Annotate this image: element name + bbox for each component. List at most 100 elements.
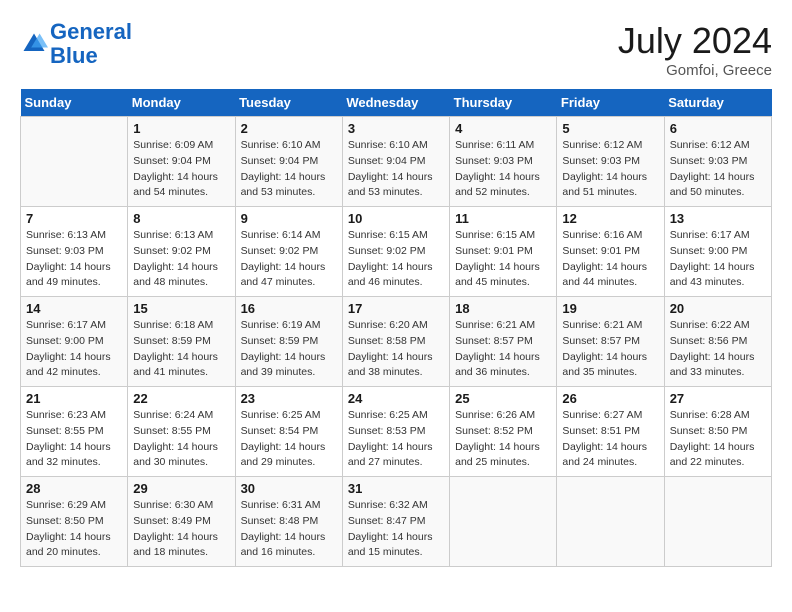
day-number: 6 <box>670 121 766 136</box>
day-number: 3 <box>348 121 444 136</box>
calendar-day-cell: 4 Sunrise: 6:11 AMSunset: 9:03 PMDaylight… <box>450 117 557 207</box>
month-year: July 2024 <box>618 20 772 62</box>
day-info: Sunrise: 6:16 AMSunset: 9:01 PMDaylight:… <box>562 228 658 291</box>
day-info: Sunrise: 6:32 AMSunset: 8:47 PMDaylight:… <box>348 498 444 561</box>
calendar-day-cell: 15 Sunrise: 6:18 AMSunset: 8:59 PMDayligh… <box>128 297 235 387</box>
day-number: 30 <box>241 481 337 496</box>
calendar-header-row: SundayMondayTuesdayWednesdayThursdayFrid… <box>21 89 772 117</box>
logo-line2: Blue <box>50 43 98 68</box>
day-number: 19 <box>562 301 658 316</box>
day-number: 10 <box>348 211 444 226</box>
day-number: 4 <box>455 121 551 136</box>
day-info: Sunrise: 6:21 AMSunset: 8:57 PMDaylight:… <box>455 318 551 381</box>
location: Gomfoi, Greece <box>618 62 772 79</box>
calendar-day-cell: 6 Sunrise: 6:12 AMSunset: 9:03 PMDaylight… <box>664 117 771 207</box>
logo: General Blue <box>20 20 132 68</box>
day-number: 18 <box>455 301 551 316</box>
day-number: 9 <box>241 211 337 226</box>
day-info: Sunrise: 6:14 AMSunset: 9:02 PMDaylight:… <box>241 228 337 291</box>
calendar-day-cell: 19 Sunrise: 6:21 AMSunset: 8:57 PMDayligh… <box>557 297 664 387</box>
header-monday: Monday <box>128 89 235 117</box>
day-info: Sunrise: 6:11 AMSunset: 9:03 PMDaylight:… <box>455 138 551 201</box>
calendar-day-cell: 1 Sunrise: 6:09 AMSunset: 9:04 PMDaylight… <box>128 117 235 207</box>
day-info: Sunrise: 6:12 AMSunset: 9:03 PMDaylight:… <box>670 138 766 201</box>
calendar-day-cell: 30 Sunrise: 6:31 AMSunset: 8:48 PMDayligh… <box>235 477 342 567</box>
day-number: 12 <box>562 211 658 226</box>
day-number: 27 <box>670 391 766 406</box>
day-number: 22 <box>133 391 229 406</box>
day-number: 11 <box>455 211 551 226</box>
day-number: 28 <box>26 481 122 496</box>
day-info: Sunrise: 6:30 AMSunset: 8:49 PMDaylight:… <box>133 498 229 561</box>
calendar-table: SundayMondayTuesdayWednesdayThursdayFrid… <box>20 89 772 567</box>
day-info: Sunrise: 6:15 AMSunset: 9:02 PMDaylight:… <box>348 228 444 291</box>
calendar-day-cell: 17 Sunrise: 6:20 AMSunset: 8:58 PMDayligh… <box>342 297 449 387</box>
calendar-day-cell: 28 Sunrise: 6:29 AMSunset: 8:50 PMDayligh… <box>21 477 128 567</box>
calendar-day-cell: 9 Sunrise: 6:14 AMSunset: 9:02 PMDaylight… <box>235 207 342 297</box>
day-info: Sunrise: 6:10 AMSunset: 9:04 PMDaylight:… <box>348 138 444 201</box>
calendar-week-row: 7 Sunrise: 6:13 AMSunset: 9:03 PMDaylight… <box>21 207 772 297</box>
day-info: Sunrise: 6:21 AMSunset: 8:57 PMDaylight:… <box>562 318 658 381</box>
calendar-day-cell: 8 Sunrise: 6:13 AMSunset: 9:02 PMDaylight… <box>128 207 235 297</box>
calendar-day-cell: 21 Sunrise: 6:23 AMSunset: 8:55 PMDayligh… <box>21 387 128 477</box>
day-number: 20 <box>670 301 766 316</box>
day-info: Sunrise: 6:17 AMSunset: 9:00 PMDaylight:… <box>670 228 766 291</box>
calendar-day-cell: 11 Sunrise: 6:15 AMSunset: 9:01 PMDayligh… <box>450 207 557 297</box>
day-number: 21 <box>26 391 122 406</box>
day-info: Sunrise: 6:13 AMSunset: 9:03 PMDaylight:… <box>26 228 122 291</box>
day-number: 16 <box>241 301 337 316</box>
calendar-day-cell: 18 Sunrise: 6:21 AMSunset: 8:57 PMDayligh… <box>450 297 557 387</box>
header-tuesday: Tuesday <box>235 89 342 117</box>
calendar-day-cell: 23 Sunrise: 6:25 AMSunset: 8:54 PMDayligh… <box>235 387 342 477</box>
calendar-day-cell <box>21 117 128 207</box>
day-info: Sunrise: 6:25 AMSunset: 8:53 PMDaylight:… <box>348 408 444 471</box>
day-info: Sunrise: 6:26 AMSunset: 8:52 PMDaylight:… <box>455 408 551 471</box>
day-info: Sunrise: 6:17 AMSunset: 9:00 PMDaylight:… <box>26 318 122 381</box>
day-number: 5 <box>562 121 658 136</box>
calendar-day-cell: 29 Sunrise: 6:30 AMSunset: 8:49 PMDayligh… <box>128 477 235 567</box>
header-thursday: Thursday <box>450 89 557 117</box>
day-info: Sunrise: 6:20 AMSunset: 8:58 PMDaylight:… <box>348 318 444 381</box>
calendar-week-row: 21 Sunrise: 6:23 AMSunset: 8:55 PMDayligh… <box>21 387 772 477</box>
day-info: Sunrise: 6:29 AMSunset: 8:50 PMDaylight:… <box>26 498 122 561</box>
day-number: 1 <box>133 121 229 136</box>
day-number: 23 <box>241 391 337 406</box>
day-number: 17 <box>348 301 444 316</box>
calendar-day-cell: 3 Sunrise: 6:10 AMSunset: 9:04 PMDaylight… <box>342 117 449 207</box>
day-info: Sunrise: 6:31 AMSunset: 8:48 PMDaylight:… <box>241 498 337 561</box>
day-number: 26 <box>562 391 658 406</box>
day-info: Sunrise: 6:18 AMSunset: 8:59 PMDaylight:… <box>133 318 229 381</box>
calendar-day-cell: 12 Sunrise: 6:16 AMSunset: 9:01 PMDayligh… <box>557 207 664 297</box>
calendar-day-cell: 7 Sunrise: 6:13 AMSunset: 9:03 PMDaylight… <box>21 207 128 297</box>
calendar-day-cell: 13 Sunrise: 6:17 AMSunset: 9:00 PMDayligh… <box>664 207 771 297</box>
title-block: July 2024 Gomfoi, Greece <box>618 20 772 79</box>
calendar-day-cell: 5 Sunrise: 6:12 AMSunset: 9:03 PMDaylight… <box>557 117 664 207</box>
day-info: Sunrise: 6:22 AMSunset: 8:56 PMDaylight:… <box>670 318 766 381</box>
day-number: 15 <box>133 301 229 316</box>
calendar-day-cell: 31 Sunrise: 6:32 AMSunset: 8:47 PMDayligh… <box>342 477 449 567</box>
header-friday: Friday <box>557 89 664 117</box>
calendar-day-cell: 10 Sunrise: 6:15 AMSunset: 9:02 PMDayligh… <box>342 207 449 297</box>
day-number: 7 <box>26 211 122 226</box>
day-info: Sunrise: 6:12 AMSunset: 9:03 PMDaylight:… <box>562 138 658 201</box>
calendar-day-cell: 16 Sunrise: 6:19 AMSunset: 8:59 PMDayligh… <box>235 297 342 387</box>
day-info: Sunrise: 6:23 AMSunset: 8:55 PMDaylight:… <box>26 408 122 471</box>
day-info: Sunrise: 6:19 AMSunset: 8:59 PMDaylight:… <box>241 318 337 381</box>
header-sunday: Sunday <box>21 89 128 117</box>
calendar-day-cell: 14Sunrise: 6:17 AMSunset: 9:00 PMDayligh… <box>21 297 128 387</box>
calendar-day-cell <box>557 477 664 567</box>
header-wednesday: Wednesday <box>342 89 449 117</box>
page-header: General Blue July 2024 Gomfoi, Greece <box>20 20 772 79</box>
day-info: Sunrise: 6:15 AMSunset: 9:01 PMDaylight:… <box>455 228 551 291</box>
day-number: 25 <box>455 391 551 406</box>
day-info: Sunrise: 6:13 AMSunset: 9:02 PMDaylight:… <box>133 228 229 291</box>
day-info: Sunrise: 6:25 AMSunset: 8:54 PMDaylight:… <box>241 408 337 471</box>
calendar-day-cell: 2Sunrise: 6:10 AMSunset: 9:04 PMDaylight… <box>235 117 342 207</box>
day-number: 8 <box>133 211 229 226</box>
day-number: 13 <box>670 211 766 226</box>
day-number: 2 <box>241 121 337 136</box>
day-number: 29 <box>133 481 229 496</box>
day-info: Sunrise: 6:09 AMSunset: 9:04 PMDaylight:… <box>133 138 229 201</box>
day-number: 31 <box>348 481 444 496</box>
calendar-day-cell: 27Sunrise: 6:28 AMSunset: 8:50 PMDayligh… <box>664 387 771 477</box>
